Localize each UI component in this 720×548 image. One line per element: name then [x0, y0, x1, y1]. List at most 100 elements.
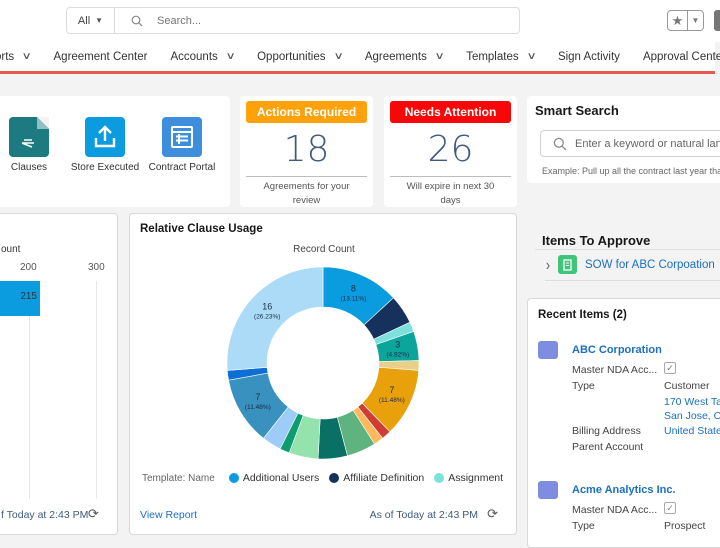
field-label: Type	[572, 520, 595, 532]
donut-chart: 8 (13.11%) 3 (4.92%) 7 (11.48%) 7 (11.48%) 16 (26…	[226, 266, 420, 460]
kpi-card-actions-required[interactable]: Actions Required 18 Agreements for your …	[240, 96, 373, 207]
field-value: Prospect	[664, 520, 706, 532]
quick-action-clauses[interactable]: Clauses	[0, 117, 64, 175]
nav-item[interactable]: Approval Center	[643, 51, 720, 63]
slice-percent-label: (26.23%)	[254, 313, 280, 320]
nav-item[interactable]: Agreements ∨	[365, 51, 466, 63]
relative-clause-usage-widget: Relative Clause Usage Record Count 8 (13.…	[129, 213, 517, 535]
approval-item-link[interactable]: SOW for ABC Corpoation	[585, 259, 715, 271]
nav-item-label: Agreements	[364, 50, 427, 63]
favorites-button-group[interactable]: ★ ▼	[667, 10, 704, 31]
address-line[interactable]: San Jose, CA	[664, 410, 720, 422]
slice-value-label: 16	[262, 301, 272, 311]
chevron-down-icon[interactable]: ∨	[225, 51, 235, 62]
legend-item[interactable]: Assignment	[434, 472, 503, 484]
header-action-button[interactable]	[714, 10, 720, 31]
quick-action-label: Store Executed	[70, 162, 140, 173]
search-scope-dropdown[interactable]: All ▼	[67, 8, 115, 33]
kpi-card-needs-attention[interactable]: Needs Attention 26 Will expire in next 3…	[384, 96, 517, 207]
field-label: Master NDA Acc...	[572, 504, 658, 516]
search-scope-label: All	[77, 14, 91, 27]
nav-item[interactable]: orts ∨	[0, 51, 54, 63]
smart-search-title: Smart Search	[535, 103, 619, 118]
upload-icon	[85, 117, 125, 157]
kpi-value: 18	[283, 129, 330, 170]
nav-item-label: Accounts	[170, 50, 218, 63]
chevron-down-icon[interactable]: ∨	[526, 51, 536, 62]
axis-tick: 300	[88, 262, 105, 273]
kpi-subtitle: Will expire in next 30 days	[406, 181, 495, 206]
slice-percent-label: (13.11%)	[340, 295, 366, 302]
recent-items-title: Recent Items (2)	[538, 309, 627, 321]
legend-label: Assignment	[448, 472, 504, 484]
quick-action-label: Contract Portal	[148, 162, 216, 173]
nav-item-label: Approval Center	[642, 50, 720, 63]
nav-item[interactable]: Templates ∨	[466, 51, 558, 63]
master-nda-checkbox: ✓	[664, 502, 676, 514]
nav-item[interactable]: Opportunities ∨	[257, 51, 365, 63]
smart-search-placeholder: Enter a keyword or natural language	[575, 137, 720, 150]
view-report-link[interactable]: View Report	[140, 509, 197, 521]
star-icon[interactable]: ★	[668, 11, 688, 30]
widget-title: Relative Clause Usage	[140, 223, 263, 235]
recent-item: Acme Analytics Inc. Master NDA Acc... ✓ …	[538, 481, 720, 541]
approval-document-icon	[558, 255, 577, 274]
legend-item[interactable]: Additional Users	[228, 472, 319, 484]
address-line[interactable]: 170 West Tasman Dr	[664, 396, 720, 408]
global-search[interactable]: All ▼	[66, 7, 520, 34]
bar-chart-widget: ount 200 300 215 f Today at 2:43 PM ⟳	[0, 213, 118, 535]
approval-item[interactable]: › SOW for ABC Corpoation	[546, 255, 715, 274]
field-value: Customer	[664, 380, 710, 392]
nav-item[interactable]: Agreement Center	[54, 51, 171, 63]
chevron-down-icon[interactable]: ∨	[333, 51, 343, 62]
field-label: Type	[572, 380, 595, 392]
recent-item-link[interactable]: ABC Corporation	[572, 344, 662, 356]
nav-item[interactable]: Accounts ∨	[170, 51, 257, 63]
divider	[390, 176, 511, 177]
slice-percent-label: (11.48%)	[379, 397, 405, 404]
quick-action-store-executed[interactable]: Store Executed	[70, 117, 140, 175]
field-label: Parent Account	[572, 441, 644, 453]
divider	[535, 249, 720, 250]
slice-value-label: 7	[389, 385, 394, 395]
address-line[interactable]: United States	[664, 425, 720, 437]
portal-list-icon	[162, 117, 202, 157]
caret-down-icon: ▼	[95, 16, 104, 25]
bar-value-label: 215	[20, 291, 37, 302]
account-icon	[538, 481, 558, 499]
legend-swatch	[434, 473, 445, 483]
app-navigation: orts∨Agreement CenterAccounts∨Opportunit…	[0, 42, 720, 74]
smart-search-card: Smart Search Enter a keyword or natural …	[527, 96, 720, 183]
nav-item[interactable]: Sign Activity	[558, 51, 643, 63]
slice-percent-label: (4.92%)	[386, 351, 409, 358]
kpi-badge: Needs Attention	[390, 101, 511, 123]
field-label: Master NDA Acc...	[572, 364, 658, 376]
favorites-dropdown-icon[interactable]: ▼	[688, 11, 703, 30]
legend-swatch	[329, 473, 340, 483]
bar[interactable]: 215	[0, 281, 40, 316]
clause-document-icon	[9, 117, 49, 157]
quick-action-contract-portal[interactable]: Contract Portal	[147, 117, 217, 175]
chevron-down-icon[interactable]: ∨	[22, 51, 32, 62]
chevron-right-icon[interactable]: ›	[546, 255, 550, 273]
smart-search-example: Example: Pull up all the contract last y…	[542, 166, 720, 176]
refresh-icon[interactable]: ⟳	[88, 506, 99, 522]
search-icon	[553, 137, 567, 150]
as-of-timestamp: As of Today at 2:43 PM	[369, 509, 478, 521]
kpi-value: 26	[427, 129, 474, 170]
legend-item[interactable]: Affiliate Definition	[329, 472, 424, 484]
search-input[interactable]	[157, 14, 457, 27]
slice-value-label: 3	[395, 339, 400, 349]
chevron-down-icon[interactable]: ∨	[434, 51, 444, 62]
refresh-icon[interactable]: ⟳	[487, 506, 498, 522]
smart-search-input[interactable]: Enter a keyword or natural language	[540, 130, 720, 157]
field-label: Billing Address	[572, 425, 641, 437]
items-to-approve-title: Items To Approve	[542, 233, 651, 248]
recent-item-link[interactable]: Acme Analytics Inc.	[572, 484, 676, 496]
axis-title: ount	[1, 244, 21, 255]
global-header: All ▼ ★ ▼	[0, 0, 720, 42]
nav-item-label: Templates	[466, 50, 519, 63]
legend-label: Affiliate Definition	[343, 472, 425, 484]
kpi-subtitle: Agreements for your review	[263, 181, 350, 206]
recent-item: ABC Corporation Master NDA Acc... ✓ Type…	[538, 341, 720, 461]
